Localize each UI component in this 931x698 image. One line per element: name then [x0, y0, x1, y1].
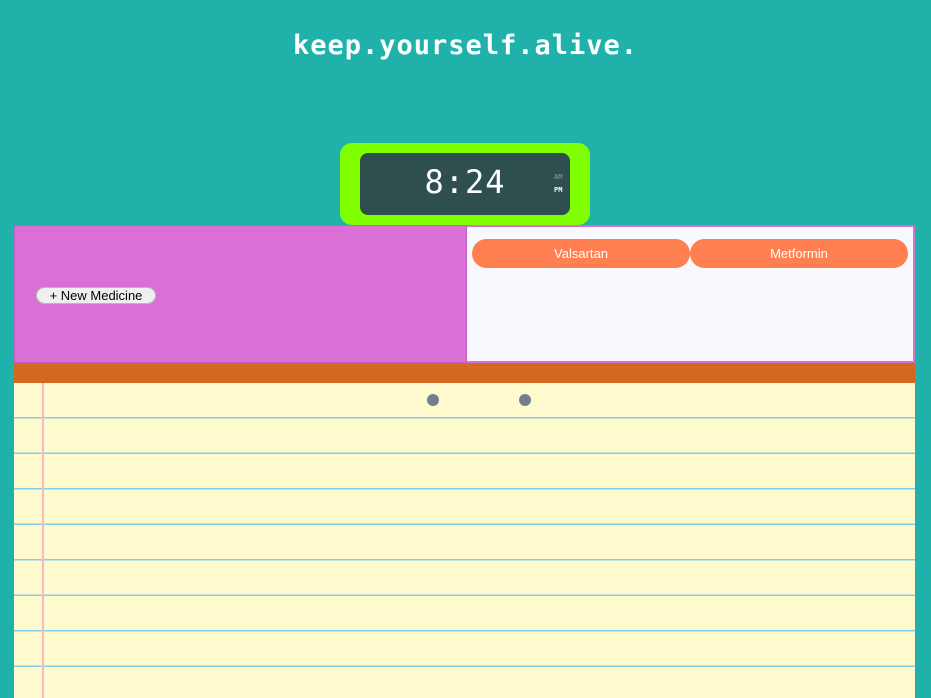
- medicine-button-valsartan[interactable]: Valsartan: [472, 239, 690, 268]
- medicine-panel: + New Medicine Valsartan Metformin: [14, 225, 915, 363]
- new-medicine-button[interactable]: + New Medicine: [36, 287, 156, 304]
- binder-hole: [519, 394, 531, 406]
- binder-hole: [427, 394, 439, 406]
- am-indicator: AM: [554, 173, 563, 181]
- app-title: keep.yourself.alive.: [292, 30, 639, 61]
- medicine-list: Valsartan Metformin: [467, 225, 915, 363]
- medicine-button-metformin[interactable]: Metformin: [690, 239, 908, 268]
- digital-clock: 8:24 AM PM: [340, 143, 590, 225]
- pm-indicator: PM: [554, 186, 563, 194]
- clock-time: 8:24: [424, 163, 506, 201]
- notebook-binding: [14, 363, 915, 383]
- notebook-paper: [14, 383, 915, 698]
- add-medicine-section: + New Medicine: [14, 225, 467, 363]
- notebook-margin-line: [42, 383, 44, 698]
- clock-face: 8:24 AM PM: [360, 153, 570, 215]
